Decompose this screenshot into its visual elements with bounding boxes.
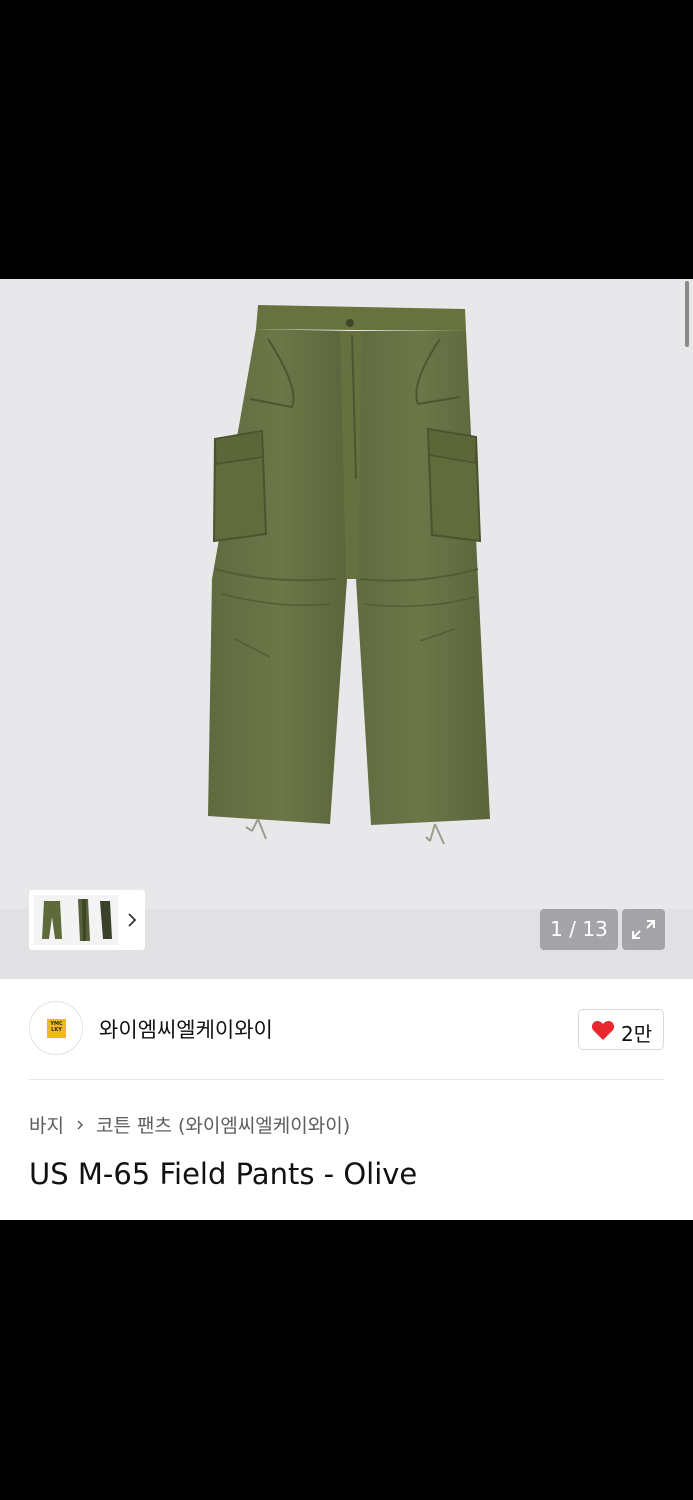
breadcrumb-subcategory[interactable]: 코튼 팬츠 (와이엠씨엘케이와이) (96, 1111, 350, 1138)
divider (29, 1079, 664, 1080)
top-letterbox (0, 0, 693, 279)
breadcrumb-category[interactable]: 바지 (29, 1111, 64, 1138)
like-count: 2만 (621, 1022, 653, 1046)
expand-icon (632, 920, 655, 939)
brand-name[interactable]: 와이엠씨엘케이와이 (99, 1014, 273, 1044)
product-info: YMC LKY 와이엠씨엘케이와이 2만 바지 코튼 팬츠 (와이엠씨엘케이와이… (0, 979, 693, 1220)
thumbnail-strip[interactable] (29, 890, 145, 950)
breadcrumb: 바지 코튼 팬츠 (와이엠씨엘케이와이) (29, 1111, 350, 1138)
bottom-letterbox (0, 1220, 693, 1500)
chevron-right-icon[interactable] (122, 906, 142, 934)
heart-icon (591, 1020, 615, 1040)
brand-logo[interactable]: YMC LKY (29, 1001, 83, 1055)
brand-logo-text: YMC LKY (50, 1021, 63, 1033)
thumbnail-image[interactable] (34, 895, 118, 945)
like-button[interactable]: 2만 (578, 1009, 664, 1050)
product-image-gallery[interactable]: 1 / 13 (0, 279, 693, 979)
chevron-right-icon (77, 1119, 84, 1130)
product-title: US M-65 Field Pants - Olive (29, 1157, 418, 1191)
expand-button[interactable] (622, 909, 665, 950)
image-counter: 1 / 13 (540, 909, 618, 950)
product-main-image[interactable] (0, 279, 693, 979)
scroll-indicator[interactable] (685, 281, 689, 347)
